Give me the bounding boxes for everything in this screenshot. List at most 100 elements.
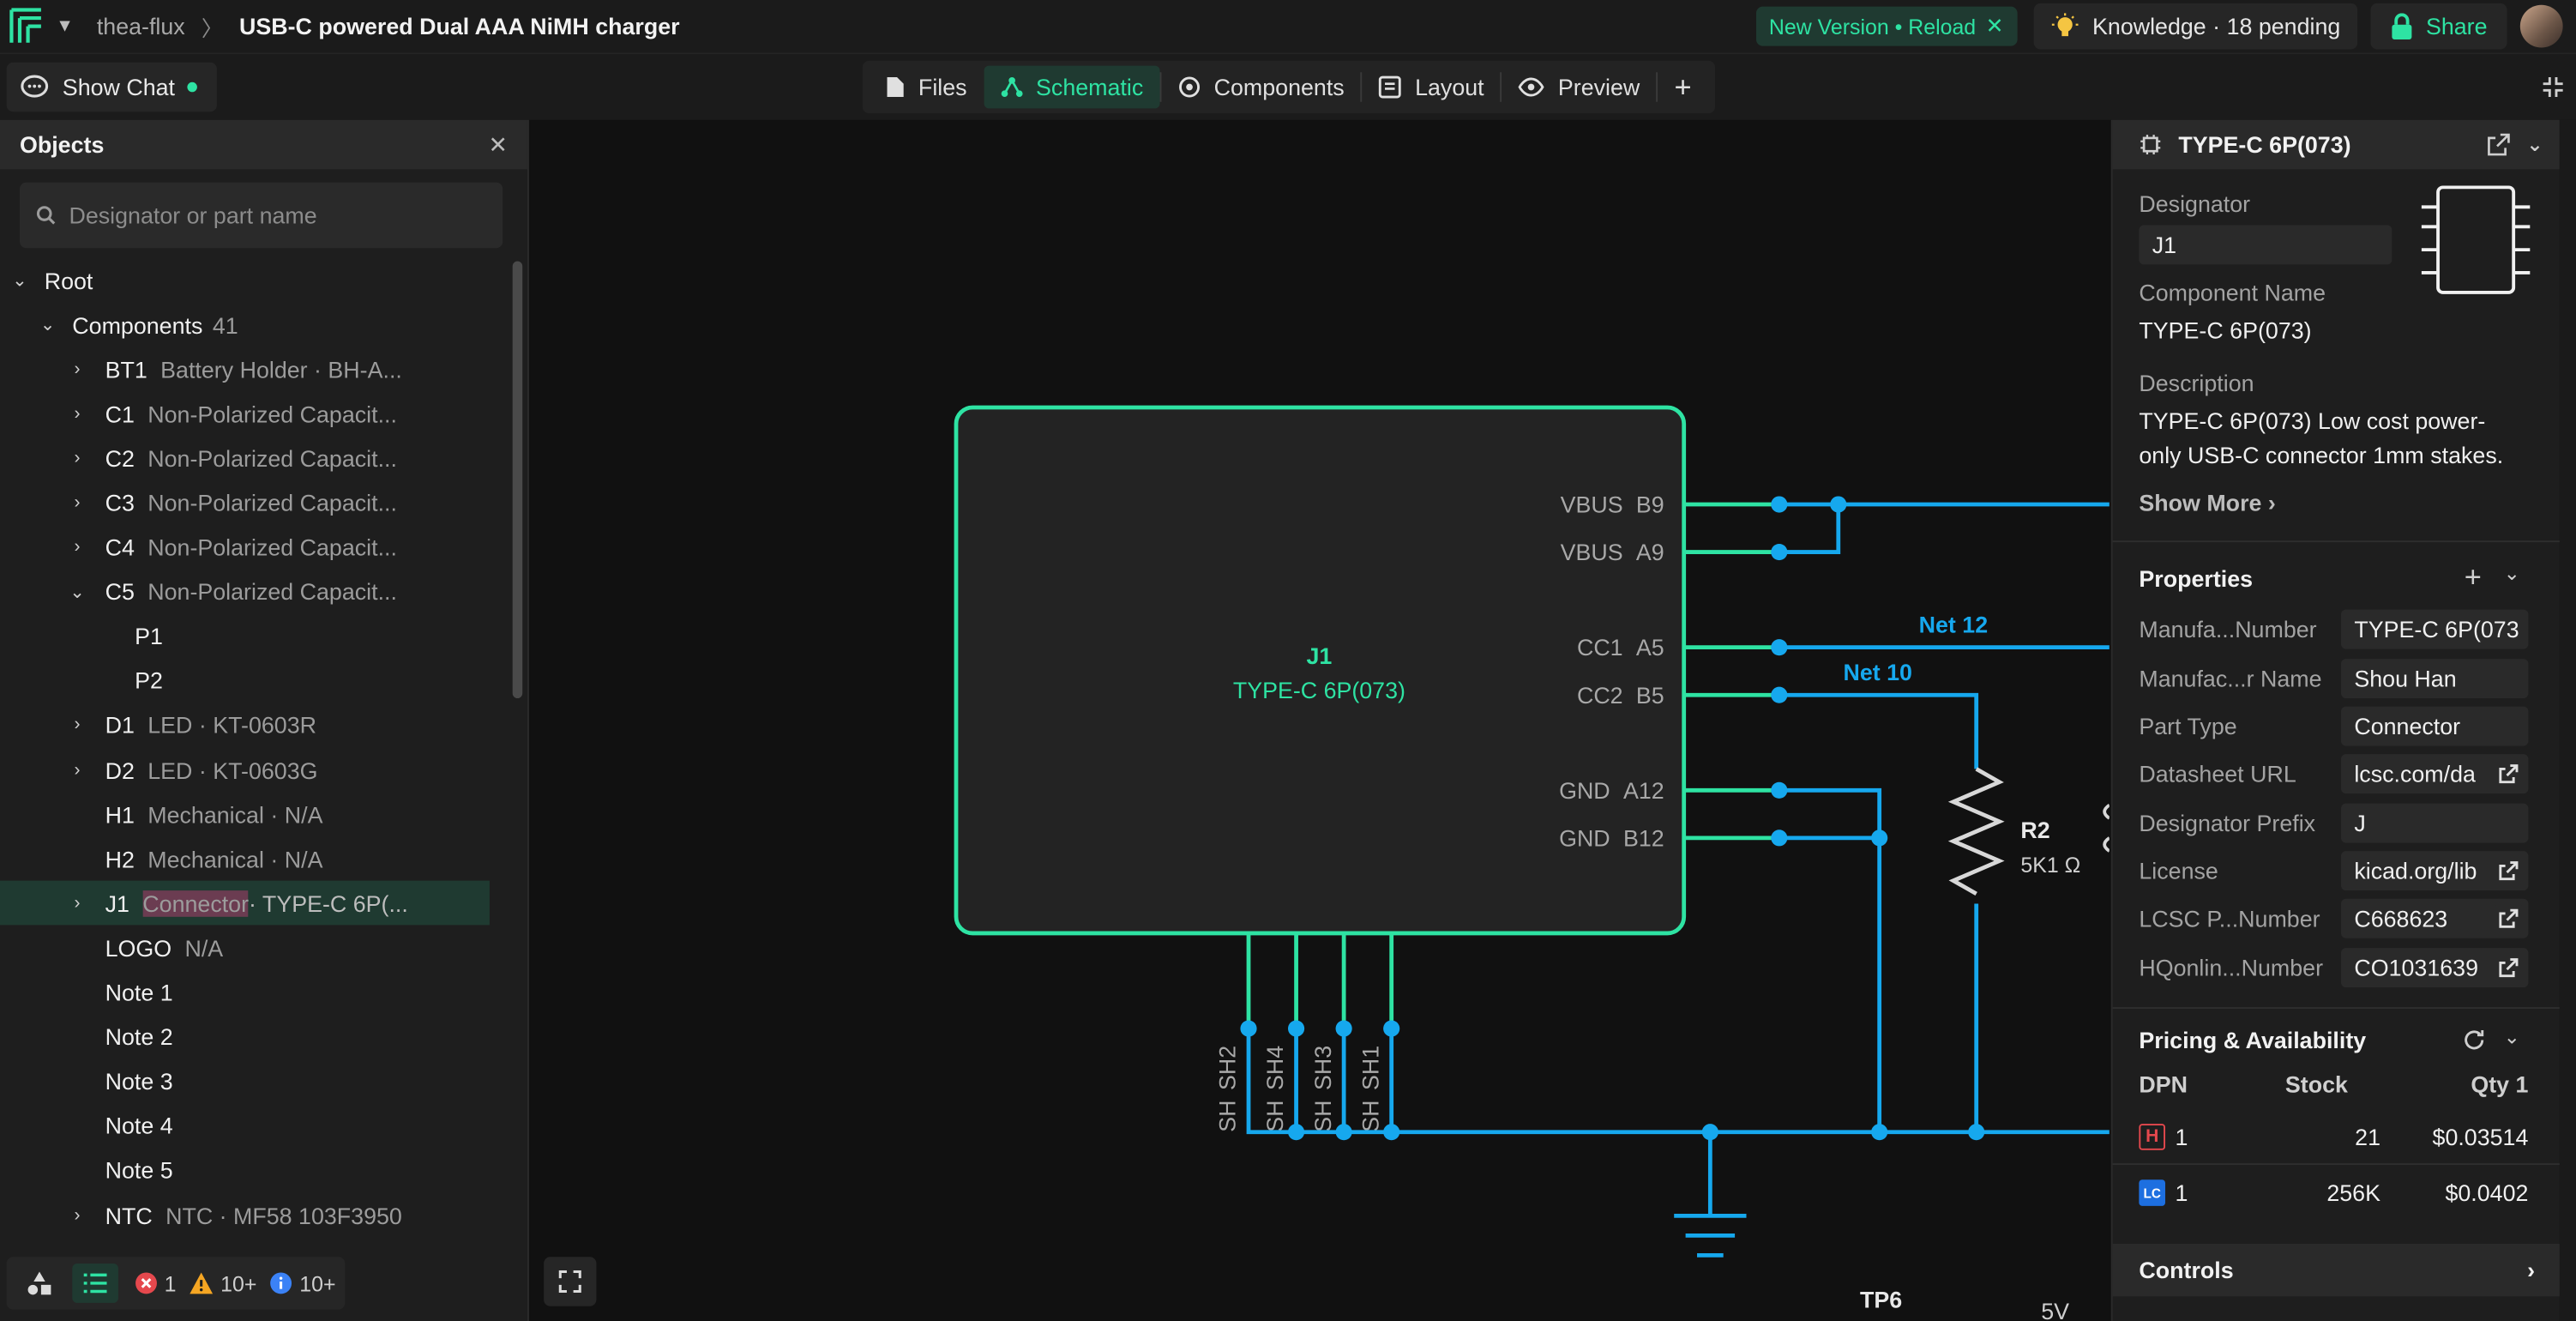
property-value[interactable]: Connector <box>2341 706 2529 746</box>
schematic-drawing[interactable]: J1 TYPE-C 6P(073) VBUS B9 VBUS A9 CC1 A5 CC… <box>531 120 2110 1321</box>
list-item-selected[interactable]: › J1 Connector · TYPE-C 6P(... <box>0 881 490 926</box>
list-item[interactable]: Note 4 <box>0 1104 506 1149</box>
item-meta: Non-Polarized Capacit... <box>147 489 397 516</box>
open-external-icon[interactable] <box>2487 133 2510 156</box>
list-item[interactable]: LOGO N/A <box>0 926 506 970</box>
component-body[interactable] <box>954 405 1687 936</box>
shapes-button[interactable] <box>16 1264 63 1303</box>
net-label[interactable]: Net 12 <box>1919 612 1988 637</box>
chevron-down-icon[interactable]: ▼ <box>56 16 74 36</box>
open-external-icon[interactable] <box>2495 905 2522 932</box>
chevron-down-icon[interactable]: ⌄ <box>36 314 59 335</box>
list-item[interactable]: ⌄ C5 Non-Polarized Capacit... <box>0 570 506 614</box>
controls-section[interactable]: Controls › <box>2112 1243 2561 1297</box>
property-value[interactable]: lcsc.com/da <box>2341 754 2529 794</box>
diagnostics-summary[interactable]: 1 10+ 10+ <box>135 1271 336 1295</box>
add-tab-button[interactable]: + <box>1658 66 1707 109</box>
tab-components-label: Components <box>1213 74 1345 100</box>
properties-section: Properties + ⌄ Manufa...Number TYPE-C 6P… <box>2112 540 2561 994</box>
chevron-down-icon[interactable]: ⌄ <box>2504 562 2520 585</box>
list-item[interactable]: H1 Mechanical · N/A <box>0 792 506 836</box>
chevron-right-icon[interactable]: › <box>66 715 89 735</box>
item-meta: LED · KT-0603G <box>147 757 318 783</box>
close-icon[interactable]: ✕ <box>1986 13 2004 39</box>
property-value[interactable]: Shou Han <box>2341 659 2529 699</box>
breadcrumb-org[interactable]: thea-flux <box>97 13 185 39</box>
list-item[interactable]: › D2 LED · KT-0603G <box>0 748 506 793</box>
chevron-right-icon[interactable]: › <box>66 404 89 424</box>
tab-schematic[interactable]: Schematic <box>983 65 1160 109</box>
tree-root[interactable]: ⌄ Root <box>0 258 506 303</box>
tab-layout[interactable]: Layout <box>1363 66 1501 109</box>
chevron-right-icon[interactable]: › <box>66 359 89 379</box>
tab-preview[interactable]: Preview <box>1502 66 1657 109</box>
property-value[interactable]: CO1031639 <box>2341 948 2529 988</box>
flux-logo-icon[interactable] <box>0 0 52 52</box>
show-more-link[interactable]: Show More › <box>2139 490 2275 516</box>
fullscreen-button[interactable] <box>544 1257 597 1306</box>
close-icon[interactable]: ✕ <box>489 130 508 159</box>
refresh-icon[interactable] <box>2463 1028 2486 1052</box>
list-item[interactable]: Note 2 <box>0 1015 506 1059</box>
property-value[interactable]: kicad.org/lib <box>2341 851 2529 891</box>
list-item[interactable]: › C3 Non-Polarized Capacit... <box>0 480 506 525</box>
reload-button[interactable]: New Version • Reload ✕ <box>1755 6 2017 46</box>
item-meta: N/A <box>184 934 224 962</box>
list-item[interactable]: P2 <box>0 659 506 703</box>
property-value[interactable]: TYPE-C 6P(073 <box>2341 609 2529 649</box>
list-item[interactable]: P1 <box>0 614 506 659</box>
tree-scrollbar[interactable] <box>512 261 523 699</box>
partial-symbol <box>2103 803 2110 853</box>
chevron-right-icon[interactable]: › <box>66 760 89 780</box>
chevron-right-icon[interactable]: › <box>66 449 89 468</box>
resistor-symbol[interactable] <box>1947 767 2005 896</box>
list-item[interactable]: H2 Mechanical · N/A <box>0 836 506 881</box>
chevron-right-icon[interactable]: › <box>66 538 89 558</box>
chevron-right-icon: › <box>2527 1257 2536 1283</box>
item-designator: H2 <box>105 845 135 872</box>
list-view-button[interactable] <box>72 1263 118 1303</box>
schematic-canvas[interactable]: J1 TYPE-C 6P(073) VBUS B9 VBUS A9 CC1 A5 CC… <box>530 119 2110 1321</box>
add-property-icon[interactable]: + <box>2465 560 2482 594</box>
share-button[interactable]: Share <box>2369 3 2507 50</box>
list-item[interactable]: › NTC NTC · MF58 103F3950 <box>0 1193 506 1238</box>
item-meta: Mechanical · N/A <box>147 801 323 828</box>
chevron-right-icon[interactable]: › <box>66 1205 89 1225</box>
tab-components[interactable]: Components <box>1161 66 1361 109</box>
list-item[interactable]: Note 1 <box>0 970 506 1015</box>
avatar[interactable] <box>2519 4 2563 48</box>
search-input[interactable] <box>69 202 480 229</box>
tab-files[interactable]: Files <box>869 66 983 109</box>
description-line-2: only USB-C connector 1mm stakes. <box>2139 442 2504 468</box>
property-value[interactable]: C668623 <box>2341 898 2529 938</box>
list-item[interactable]: › BT1 Battery Holder · BH-A... <box>0 347 506 392</box>
tree-components[interactable]: ⌄ Components 41 <box>0 303 506 347</box>
list-item[interactable]: › C1 Non-Polarized Capacit... <box>0 391 506 436</box>
chevron-down-icon[interactable]: ⌄ <box>9 269 32 291</box>
chevron-down-icon[interactable]: ⌄ <box>2526 133 2543 156</box>
list-item[interactable]: › C2 Non-Polarized Capacit... <box>0 436 506 480</box>
list-item[interactable]: › D1 LED · KT-0603R <box>0 703 506 748</box>
project-title[interactable]: USB-C powered Dual AAA NiMH charger <box>239 13 680 39</box>
open-external-icon[interactable] <box>2495 760 2522 787</box>
net-label[interactable]: Net 10 <box>1844 660 1912 685</box>
list-item[interactable]: Note 3 <box>0 1059 506 1104</box>
chevron-right-icon[interactable]: › <box>66 894 89 914</box>
table-row[interactable]: H 1 21 $0.03514 <box>2112 1109 2561 1166</box>
chevron-down-icon[interactable]: ⌄ <box>66 581 89 602</box>
knowledge-button[interactable]: Knowledge · 18 pending <box>2033 3 2357 50</box>
table-row[interactable]: LC 1 256K $0.0402 <box>2113 1167 2561 1222</box>
ground-symbol[interactable] <box>1674 1214 1747 1258</box>
collapse-icon[interactable] <box>2540 74 2567 100</box>
components-count: 41 <box>212 311 238 338</box>
property-value[interactable]: J <box>2341 803 2529 843</box>
list-item[interactable]: › C4 Non-Polarized Capacit... <box>0 525 506 570</box>
designator-field[interactable]: J1 <box>2139 225 2392 265</box>
open-external-icon[interactable] <box>2495 954 2522 981</box>
open-external-icon[interactable] <box>2495 857 2522 884</box>
chevron-down-icon[interactable]: ⌄ <box>2504 1025 2520 1048</box>
inspector-panel: TYPE-C 6P(073) ⌄ Designator J1 Component… <box>2110 119 2561 1321</box>
chevron-right-icon[interactable]: › <box>66 493 89 513</box>
list-item[interactable]: Note 5 <box>0 1149 506 1193</box>
show-chat-button[interactable]: Show Chat <box>6 62 218 112</box>
